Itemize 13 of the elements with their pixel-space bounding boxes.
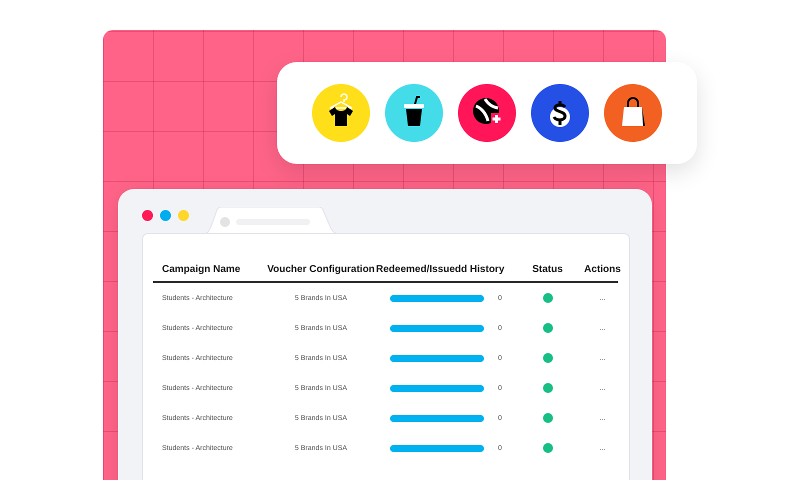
ball-plus-icon: [458, 84, 516, 142]
shirt-hanger-icon: [312, 84, 370, 142]
drink-cup-icon: [385, 84, 443, 142]
column-header: Redeemed/Issuedd History: [376, 264, 506, 275]
column-header: Campaign Name: [162, 264, 242, 275]
window-dot: [178, 210, 189, 221]
window-dot: [142, 210, 153, 221]
dollar-icon: [531, 84, 589, 142]
column-header: Actions: [584, 264, 621, 275]
window-dot: [160, 210, 171, 221]
column-header: Voucher Configuration: [267, 264, 375, 275]
column-header: Status: [532, 264, 563, 275]
shopping-bag-icon: [604, 84, 662, 142]
